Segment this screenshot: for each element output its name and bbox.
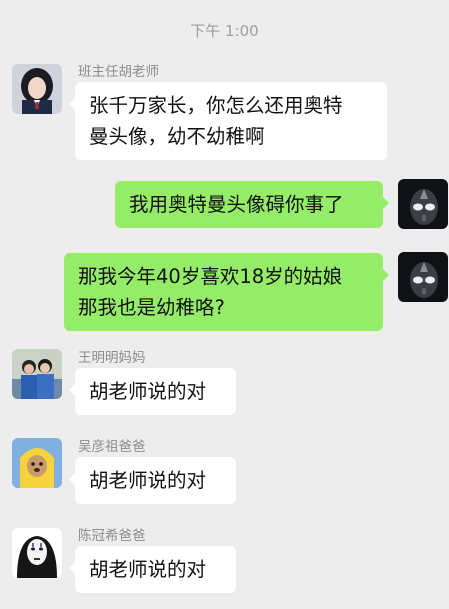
student-girl-avatar-icon[interactable] xyxy=(12,64,62,114)
message-line: 胡老师说的对 xyxy=(89,469,207,492)
message-bubble-outgoing[interactable]: 我用奥特曼头像碍你事了 xyxy=(115,181,389,228)
sender-name: 班主任胡老师 xyxy=(78,64,159,80)
message-line: 胡老师说的对 xyxy=(89,380,207,403)
message-bubble[interactable]: 胡老师说的对 xyxy=(69,546,236,593)
couple-photo-avatar-icon[interactable] xyxy=(12,349,62,399)
message-line: 胡老师说的对 xyxy=(89,558,207,581)
message-line: 曼头像，幼不幼稚啊 xyxy=(89,125,265,148)
message-timestamp: 下午 1:00 xyxy=(190,22,259,40)
sender-name: 陈冠希爸爸 xyxy=(78,528,146,544)
message-bubble[interactable]: 张千万家长，你怎么还用奥特 曼头像，幼不幼稚啊 xyxy=(69,82,387,160)
message-line: 那我今年40岁喜欢18岁的姑娘 xyxy=(78,265,343,288)
ultraman-avatar-icon[interactable] xyxy=(398,179,448,229)
message-line: 我用奥特曼头像碍你事了 xyxy=(129,193,344,216)
message-bubble[interactable]: 胡老师说的对 xyxy=(69,368,236,415)
message-line: 张千万家长，你怎么还用奥特 xyxy=(89,94,343,117)
message-bubble-outgoing[interactable]: 那我今年40岁喜欢18岁的姑娘 那我也是幼稚咯? xyxy=(64,253,389,331)
no-face-avatar-icon[interactable] xyxy=(12,528,62,578)
message-bubble[interactable]: 胡老师说的对 xyxy=(69,457,236,504)
ultraman-avatar-icon[interactable] xyxy=(398,252,448,302)
sender-name: 吴彦祖爸爸 xyxy=(78,439,146,455)
yellow-raincoat-dog-avatar-icon[interactable] xyxy=(12,438,62,488)
sender-name: 王明明妈妈 xyxy=(78,350,146,366)
chat-area[interactable]: 下午 1:00 班主任胡老师 张千万家长，你怎么还用奥特 曼头像，幼不幼稚啊 我… xyxy=(0,0,449,609)
message-line: 那我也是幼稚咯? xyxy=(78,296,225,319)
